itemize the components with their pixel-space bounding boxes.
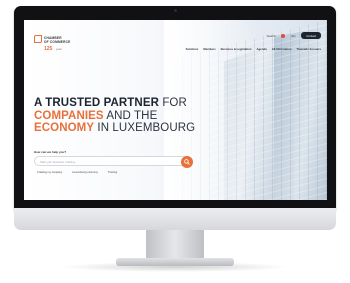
hero-line3-bold: ECONOMY — [34, 122, 95, 134]
search-button[interactable] — [181, 155, 193, 168]
logo-line2: OF COMMERCE — [44, 40, 71, 44]
search-input[interactable]: Start your business, training... — [34, 155, 193, 168]
quick-link-training[interactable]: Training — [108, 171, 117, 174]
nav-item-members[interactable]: Members — [203, 47, 215, 51]
hero-line-2: COMPANIES AND THE — [34, 110, 214, 123]
hero-line1-light: FOR — [162, 97, 187, 109]
search-icon — [184, 158, 190, 165]
nav-item-agenda[interactable]: Agenda — [256, 47, 266, 51]
search-label: How can we help you? — [34, 150, 67, 154]
search-placeholder: Start your business, training... — [40, 159, 77, 164]
quick-link-luxembourg-economy[interactable]: Luxembourg economy — [72, 171, 98, 174]
hero-line2-light: AND THE — [106, 109, 158, 122]
hero-line-3: ECONOMY IN LUXEMBOURG — [34, 122, 214, 135]
hero-line3-light: IN LUXEMBOURG — [97, 122, 196, 134]
top-utility-bar: Search EN Contact — [267, 32, 321, 39]
site-logo[interactable]: CHAMBER OF COMMERCE 125 years — [34, 34, 94, 58]
camera-dot — [174, 9, 177, 12]
main-navigation: Solutions Members Business & Legislation… — [186, 47, 321, 51]
quick-link-creating-company[interactable]: Creating my company — [37, 171, 62, 174]
nav-item-all-information[interactable]: All Information — [272, 47, 292, 51]
top-link-search[interactable]: Search — [267, 34, 276, 38]
contact-button[interactable]: Contact — [301, 32, 321, 39]
quick-links: Creating my company Luxembourg economy T… — [37, 171, 117, 174]
product-mockup-scene: CHAMBER OF COMMERCE 125 years Search EN … — [0, 0, 350, 283]
nav-item-business-legislation[interactable]: Business & Legislation — [221, 47, 252, 51]
logo-mark-icon — [34, 35, 42, 43]
logo-anniversary: 125 — [44, 46, 53, 52]
nav-item-thematic-dossiers[interactable]: Thematic dossiers — [296, 47, 321, 51]
website-screen: CHAMBER OF COMMERCE 125 years Search EN … — [24, 20, 327, 200]
monitor-stand-neck — [146, 230, 204, 260]
hero-line2-bold: COMPANIES — [34, 109, 104, 122]
logo-years-label: years — [56, 47, 62, 51]
language-flag-icon[interactable] — [281, 33, 286, 38]
monitor-stand-foot — [116, 258, 234, 266]
hero-headline: A TRUSTED PARTNER FOR COMPANIES AND THE … — [34, 97, 214, 135]
top-link-language[interactable]: EN — [291, 34, 295, 38]
hero-line-1: A TRUSTED PARTNER FOR — [34, 97, 214, 110]
monitor-chin — [14, 208, 336, 230]
hero-line1-bold: A TRUSTED PARTNER — [34, 97, 160, 109]
nav-item-solutions[interactable]: Solutions — [186, 47, 199, 51]
